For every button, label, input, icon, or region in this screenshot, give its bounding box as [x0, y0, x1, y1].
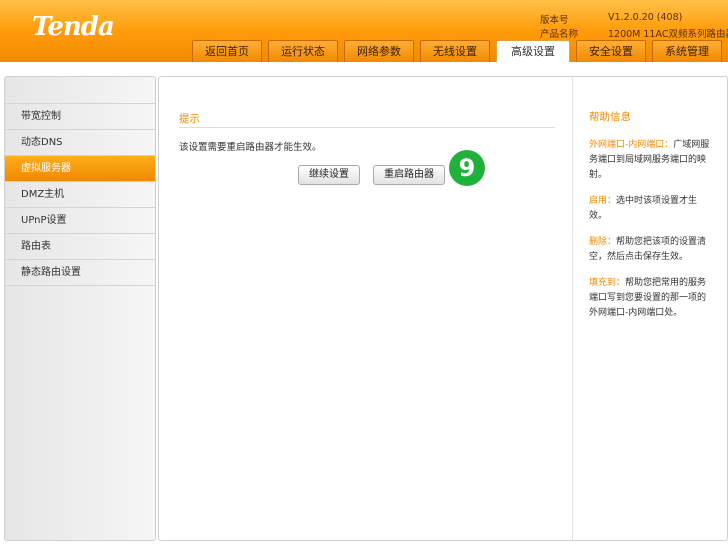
version-label: 版本号 [540, 15, 569, 26]
tab-security[interactable]: 安全设置 [576, 40, 646, 62]
sidebar-item-ddns[interactable]: 动态DNS [5, 130, 155, 156]
sidebar-item-dmz[interactable]: DMZ主机 [5, 182, 155, 208]
help-item: 启用：选中时该项设置才生效。 [589, 194, 714, 224]
sidebar-item-bandwidth[interactable]: 带宽控制 [5, 104, 155, 130]
continue-button[interactable]: 继续设置 [298, 165, 360, 185]
product-label: 产品名称 [540, 29, 579, 40]
tab-wireless[interactable]: 无线设置 [420, 40, 490, 62]
help-item: 外网端口-内网端口：广域网服务端口到局域网服务端口的映射。 [589, 138, 714, 183]
tenda-logo: Tenda [32, 12, 115, 42]
sidebar-item-static-route[interactable]: 静态路由设置 [5, 260, 155, 286]
help-term: 启用： [589, 196, 617, 206]
main-content: 提示 该设置需要重启路由器才能生效。 继续设置 重启路由器 9 [159, 77, 573, 540]
product-value: 1200M 11AC双频系列路由器 [608, 29, 728, 40]
reboot-button[interactable]: 重启路由器 [373, 165, 445, 185]
tab-status[interactable]: 运行状态 [268, 40, 338, 62]
main-nav: 返回首页 运行状态 网络参数 无线设置 高级设置 安全设置 系统管理 [192, 40, 728, 62]
help-panel: 帮助信息 外网端口-内网端口：广域网服务端口到局域网服务端口的映射。 启用：选中… [573, 77, 728, 540]
tab-home[interactable]: 返回首页 [192, 40, 262, 62]
sidebar-item-upnp[interactable]: UPnP设置 [5, 208, 155, 234]
sidebar-item-routing-table[interactable]: 路由表 [5, 234, 155, 260]
help-term: 外网端口-内网端口： [589, 140, 674, 150]
step-number-badge: 9 [449, 150, 485, 186]
section-divider [179, 127, 555, 128]
sidebar: 带宽控制 动态DNS 虚拟服务器 DMZ主机 UPnP设置 路由表 静态路由设置 [4, 76, 156, 541]
version-value: V1.2.0.20 (408) [608, 12, 683, 23]
tab-system[interactable]: 系统管理 [652, 40, 722, 62]
help-item: 删除：帮助您把该项的设置清空，然后点击保存生效。 [589, 235, 714, 265]
help-title: 帮助信息 [589, 111, 631, 123]
tab-network[interactable]: 网络参数 [344, 40, 414, 62]
main-panel: 提示 该设置需要重启路由器才能生效。 继续设置 重启路由器 9 帮助信息 外网端… [158, 76, 728, 541]
reboot-notice: 该设置需要重启路由器才能生效。 [179, 142, 322, 153]
sidebar-item-virtual-server[interactable]: 虚拟服务器 [5, 156, 155, 182]
help-item: 填充到：帮助您把常用的服务端口写到您要设置的那一项的外网端口-内网端口处。 [589, 276, 714, 321]
help-term: 填充到： [589, 278, 626, 288]
sidebar-list: 带宽控制 动态DNS 虚拟服务器 DMZ主机 UPnP设置 路由表 静态路由设置 [5, 103, 155, 286]
help-term: 删除： [589, 237, 617, 247]
header: Tenda 版本号 V1.2.0.20 (408) 产品名称 1200M 11A… [0, 0, 728, 62]
section-title: 提示 [179, 113, 200, 125]
tab-advanced[interactable]: 高级设置 [496, 40, 570, 62]
